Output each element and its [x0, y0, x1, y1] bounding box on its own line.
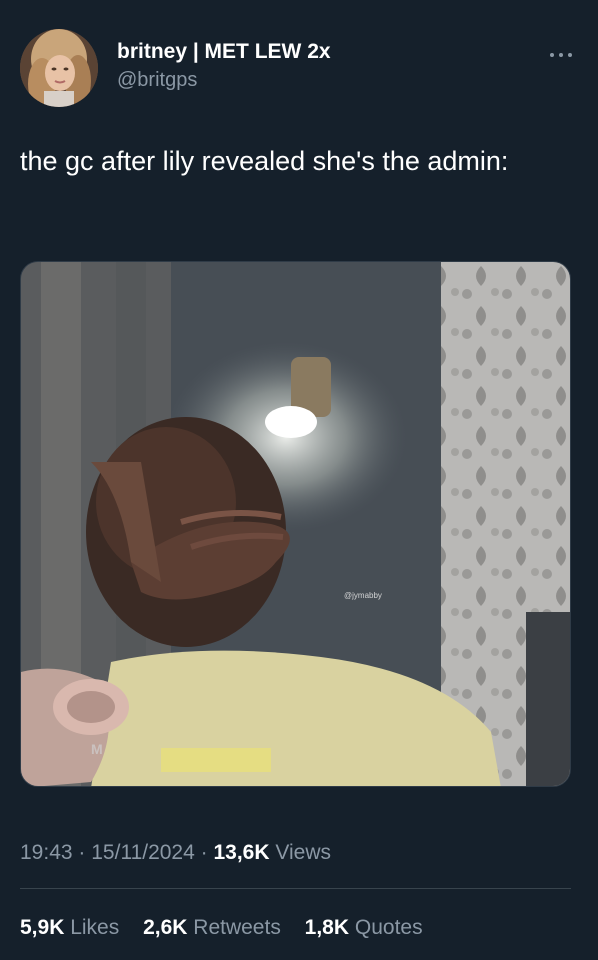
tweet-card: britney | MET LEW 2x @britgps the gc aft…	[0, 0, 598, 960]
stat-retweets[interactable]: 2,6K Retweets	[143, 913, 281, 943]
tweet-text: the gc after lily revealed she's the adm…	[20, 146, 509, 176]
quotes-label: Quotes	[354, 916, 423, 939]
views-count: 13,6K	[213, 841, 270, 864]
quotes-count: 1,8K	[304, 916, 350, 939]
avatar-image	[20, 29, 98, 107]
divider	[20, 888, 571, 889]
likes-label: Likes	[70, 916, 120, 939]
svg-text:M: M	[91, 741, 103, 757]
author-display-name[interactable]: britney | MET LEW 2x	[117, 39, 331, 65]
retweets-count: 2,6K	[143, 916, 188, 939]
meta-separator: ·	[200, 841, 208, 864]
tweet-time[interactable]: 19:43	[20, 841, 73, 864]
tweet-media[interactable]: M @jymabby	[20, 261, 571, 787]
tweet-meta: 19:43 · 15/11/2024 · 13,6K Views	[20, 838, 331, 868]
more-horizontal-icon[interactable]	[550, 51, 572, 59]
media-watermark: @jymabby	[344, 591, 382, 600]
tweet-date[interactable]: 15/11/2024	[91, 841, 195, 864]
tweet-header: britney | MET LEW 2x @britgps	[20, 29, 580, 109]
stat-likes[interactable]: 5,9K Likes	[20, 913, 119, 943]
stat-quotes[interactable]: 1,8K Quotes	[305, 913, 423, 943]
avatar[interactable]	[20, 29, 98, 107]
dot	[568, 53, 572, 57]
author-names: britney | MET LEW 2x @britgps	[117, 39, 331, 93]
views-label: Views	[275, 841, 332, 864]
retweets-label: Retweets	[193, 916, 281, 939]
media-image: M	[21, 262, 570, 786]
author-handle[interactable]: @britgps	[117, 67, 331, 93]
tweet-stats: 5,9K Likes 2,6K Retweets 1,8K Quotes	[20, 913, 441, 943]
dot	[550, 53, 554, 57]
likes-count: 5,9K	[20, 916, 65, 939]
dot	[559, 53, 563, 57]
meta-separator: ·	[78, 841, 86, 864]
